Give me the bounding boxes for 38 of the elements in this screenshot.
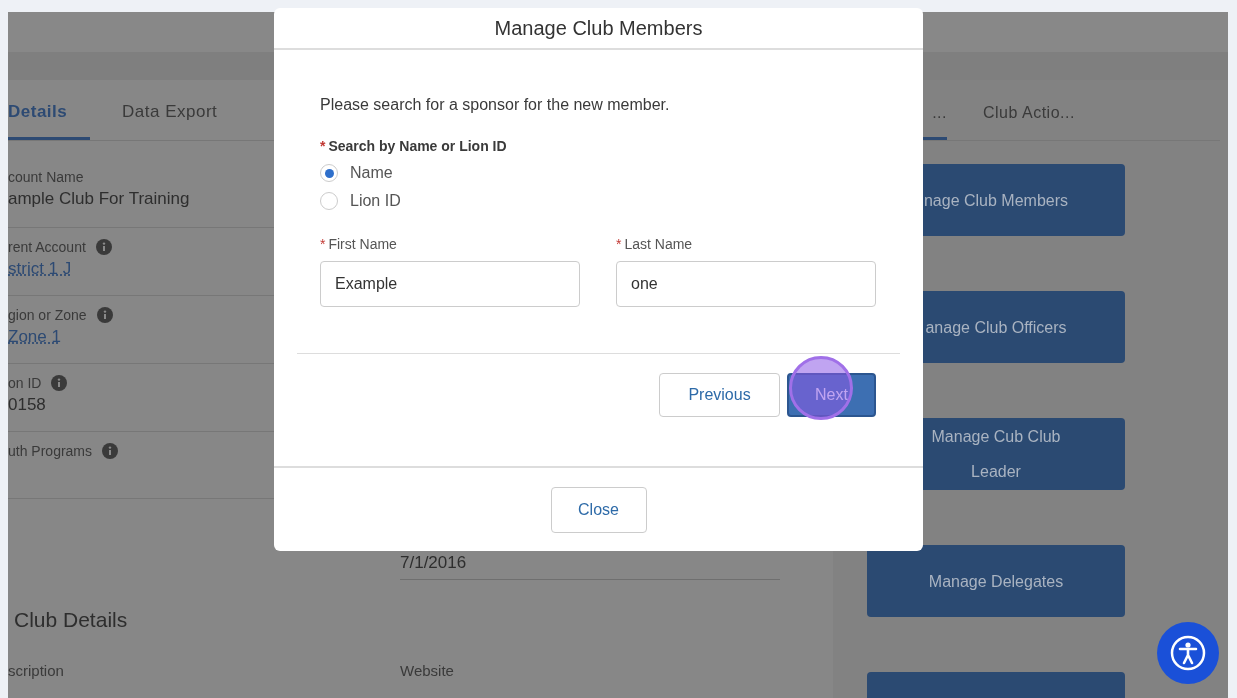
field-label: count Name bbox=[8, 169, 84, 185]
field-label: uth Programs bbox=[8, 443, 93, 459]
prompt-text: Please search for a sponsor for the new member. bbox=[320, 96, 671, 114]
close-button[interactable]: Close bbox=[550, 487, 647, 533]
next-button[interactable]: Next bbox=[787, 373, 876, 417]
required-mark: * bbox=[320, 236, 326, 252]
field-label: First Name bbox=[328, 236, 397, 252]
input-field[interactable]: one bbox=[616, 261, 876, 307]
field-label: scription bbox=[8, 662, 65, 679]
required-mark: * bbox=[616, 236, 622, 252]
tab[interactable]: Club Actio... bbox=[983, 104, 1075, 140]
field-label: on ID bbox=[8, 375, 42, 391]
field-value: 0158 bbox=[8, 395, 47, 415]
info-icon[interactable] bbox=[102, 443, 119, 459]
radio-label[interactable]: Lion ID bbox=[350, 192, 401, 210]
input-field[interactable]: Example bbox=[320, 261, 580, 307]
click-highlight bbox=[789, 356, 853, 420]
field-link[interactable]: strict 1 J bbox=[8, 259, 72, 279]
section-title: Club Details bbox=[14, 608, 128, 631]
field-label: gion or Zone bbox=[8, 307, 87, 323]
radio-label[interactable]: Name bbox=[350, 164, 393, 182]
tab[interactable]: Data Export bbox=[122, 102, 218, 140]
info-icon[interactable] bbox=[95, 239, 112, 255]
field-value: ample Club For Training bbox=[8, 189, 191, 209]
action-button[interactable]: Manage Delegates bbox=[867, 545, 1125, 617]
field-label: rent Account bbox=[8, 239, 86, 255]
accessibility-icon bbox=[1170, 635, 1206, 671]
previous-button[interactable]: Previous bbox=[659, 373, 780, 417]
field-label: Website bbox=[400, 662, 455, 679]
field-value: 7/1/2016 bbox=[400, 553, 467, 572]
info-icon[interactable] bbox=[96, 307, 113, 323]
tab[interactable]: Details bbox=[8, 102, 90, 140]
info-icon[interactable] bbox=[51, 375, 68, 391]
required-mark: * bbox=[320, 138, 326, 154]
radio-group-label: Search by Name or Lion ID bbox=[328, 138, 507, 154]
field-link[interactable]: Zone 1 bbox=[8, 327, 61, 347]
modal-title: Manage Club Members bbox=[494, 16, 703, 40]
field-label: Last Name bbox=[624, 236, 693, 252]
